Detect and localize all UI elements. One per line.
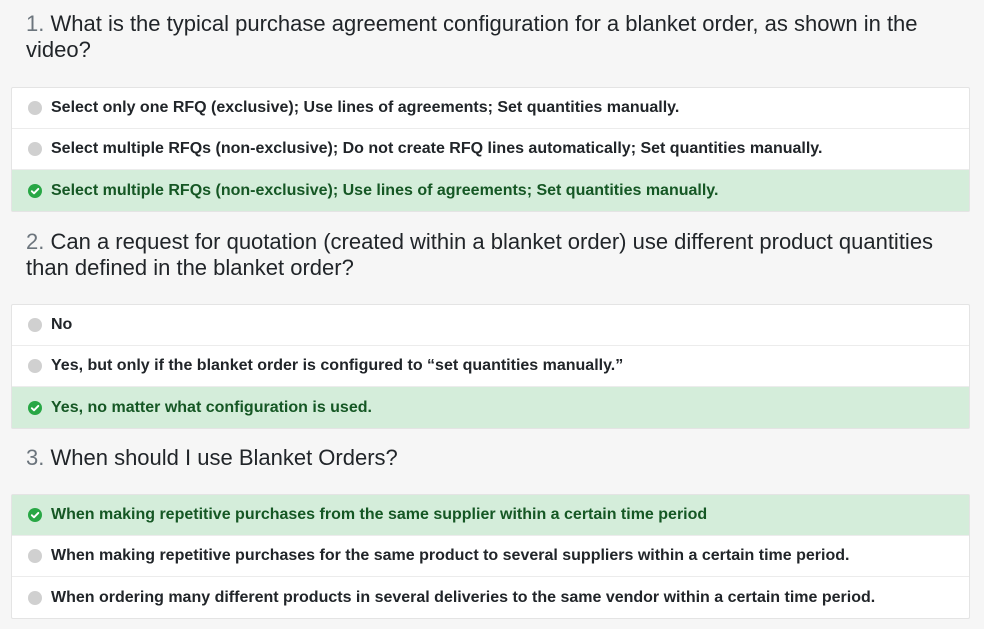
question-3-answers: When making repetitive purchases from th… (11, 494, 970, 619)
answer-label: Select multiple RFQs (non-exclusive); Us… (51, 181, 719, 199)
question-1-number: 1. (26, 11, 45, 36)
radio-dot-icon[interactable] (28, 142, 42, 156)
question-2-answers: No Yes, but only if the blanket order is… (11, 304, 970, 429)
answer-label: Select only one RFQ (exclusive); Use lin… (51, 99, 680, 116)
answer-label: Yes, but only if the blanket order is co… (51, 357, 624, 374)
radio-dot-icon[interactable] (28, 590, 42, 605)
question-3-text: When should I use Blanket Orders? (50, 445, 398, 470)
question-1-title: 1. What is the typical purchase agreemen… (26, 11, 956, 63)
answer-label: Select multiple RFQs (non-exclusive); Do… (51, 140, 823, 157)
question-2-answer-2[interactable]: Yes, but only if the blanket order is co… (12, 346, 969, 387)
question-2-answer-1[interactable]: No (12, 305, 969, 346)
question-3-answer-1[interactable]: When making repetitive purchases from th… (12, 495, 969, 536)
question-2-number: 2. (26, 229, 45, 254)
question-3-number: 3. (26, 445, 45, 470)
question-3-title: 3. When should I use Blanket Orders? (26, 445, 956, 471)
radio-dot-icon[interactable] (28, 549, 42, 563)
radio-dot-icon[interactable] (28, 318, 42, 332)
answer-label: When making repetitive purchases from th… (51, 506, 708, 523)
question-1-text: What is the typical purchase agreement c… (26, 11, 918, 62)
radio-dot-icon[interactable] (28, 101, 42, 115)
question-3-answer-3[interactable]: When ordering many different products in… (12, 577, 969, 618)
answer-label: When making repetitive purchases for the… (51, 547, 850, 564)
question-2-title: 2. Can a request for quotation (created … (26, 229, 956, 281)
answer-label: When ordering many different products in… (51, 588, 876, 606)
check-circle-icon (28, 508, 42, 522)
question-3-answer-2[interactable]: When making repetitive purchases for the… (12, 536, 969, 577)
answer-label: Yes, no matter what configuration is use… (51, 398, 372, 416)
question-1-answers: Select only one RFQ (exclusive); Use lin… (11, 87, 970, 212)
question-1-answer-1[interactable]: Select only one RFQ (exclusive); Use lin… (12, 88, 969, 129)
answer-label: No (51, 316, 73, 333)
check-circle-icon (28, 183, 42, 198)
question-1-answer-2[interactable]: Select multiple RFQs (non-exclusive); Do… (12, 129, 969, 170)
radio-dot-icon[interactable] (28, 359, 42, 373)
check-circle-icon (28, 400, 42, 415)
question-2-text: Can a request for quotation (created wit… (26, 229, 934, 280)
question-2-answer-3[interactable]: Yes, no matter what configuration is use… (12, 387, 969, 428)
question-1-answer-3[interactable]: Select multiple RFQs (non-exclusive); Us… (12, 170, 969, 211)
